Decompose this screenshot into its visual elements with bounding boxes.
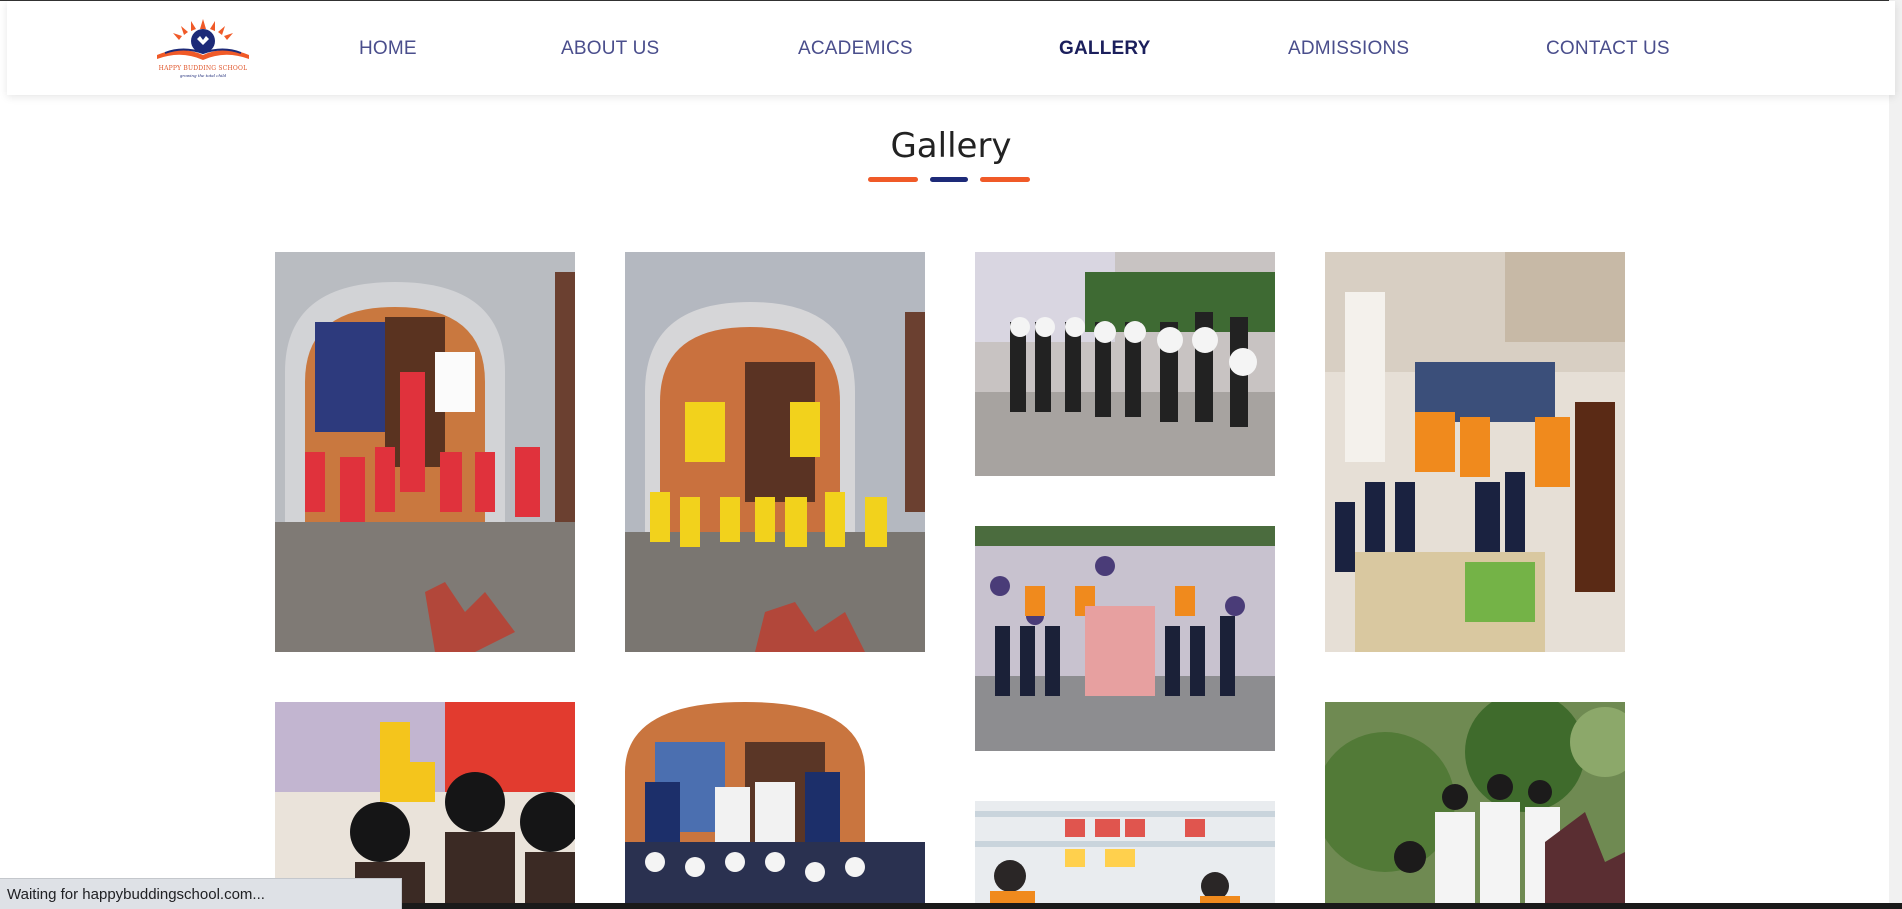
colour-day-yellow-photo xyxy=(625,252,925,652)
gallery-photo[interactable] xyxy=(1325,252,1625,652)
page: HAPPY BUDDING SCHOOL growing the total c… xyxy=(0,0,1902,909)
nav-about-us[interactable]: ABOUT US xyxy=(561,38,659,60)
gallery-photo[interactable] xyxy=(975,252,1275,476)
browser-status-bar: Waiting for happybuddingschool.com... xyxy=(0,878,402,909)
children-with-masks-photo xyxy=(975,252,1275,476)
title-divider-center xyxy=(930,177,968,182)
nav-home[interactable]: HOME xyxy=(359,38,417,60)
supermarket-visit-photo xyxy=(975,801,1275,909)
title-divider-left xyxy=(868,177,918,182)
vertical-scrollbar[interactable] xyxy=(1889,0,1902,903)
logo-tagline: growing the total child xyxy=(179,73,227,78)
logo-wordmark: HAPPY BUDDING SCHOOL xyxy=(158,65,248,72)
nav-academics[interactable]: ACADEMICS xyxy=(798,38,913,60)
title-divider-right xyxy=(980,177,1030,182)
gallery-photo[interactable] xyxy=(975,526,1275,751)
staff-and-pupils-donation-photo xyxy=(1325,252,1625,652)
gallery-photo[interactable] xyxy=(1325,702,1625,909)
school-logo[interactable]: HAPPY BUDDING SCHOOL growing the total c… xyxy=(151,15,255,81)
page-title: Gallery xyxy=(890,126,1012,166)
colour-day-red-photo xyxy=(275,252,575,652)
nav-gallery[interactable]: GALLERY xyxy=(1059,38,1150,60)
children-in-garden-photo xyxy=(1325,702,1625,909)
site-header: HAPPY BUDDING SCHOOL growing the total c… xyxy=(7,1,1895,95)
gallery-photo[interactable] xyxy=(625,252,925,652)
group-with-donations-photo xyxy=(975,526,1275,751)
gallery-photo[interactable] xyxy=(275,252,575,652)
sunburst-book-icon xyxy=(157,19,249,60)
gallery-photo[interactable] xyxy=(975,801,1275,909)
status-text: Waiting for happybuddingschool.com... xyxy=(7,886,265,903)
teachers-and-pupils-photo xyxy=(625,702,925,909)
gallery-photo[interactable] xyxy=(625,702,925,909)
nav-admissions[interactable]: ADMISSIONS xyxy=(1288,38,1409,60)
nav-contact-us[interactable]: CONTACT US xyxy=(1546,38,1670,60)
